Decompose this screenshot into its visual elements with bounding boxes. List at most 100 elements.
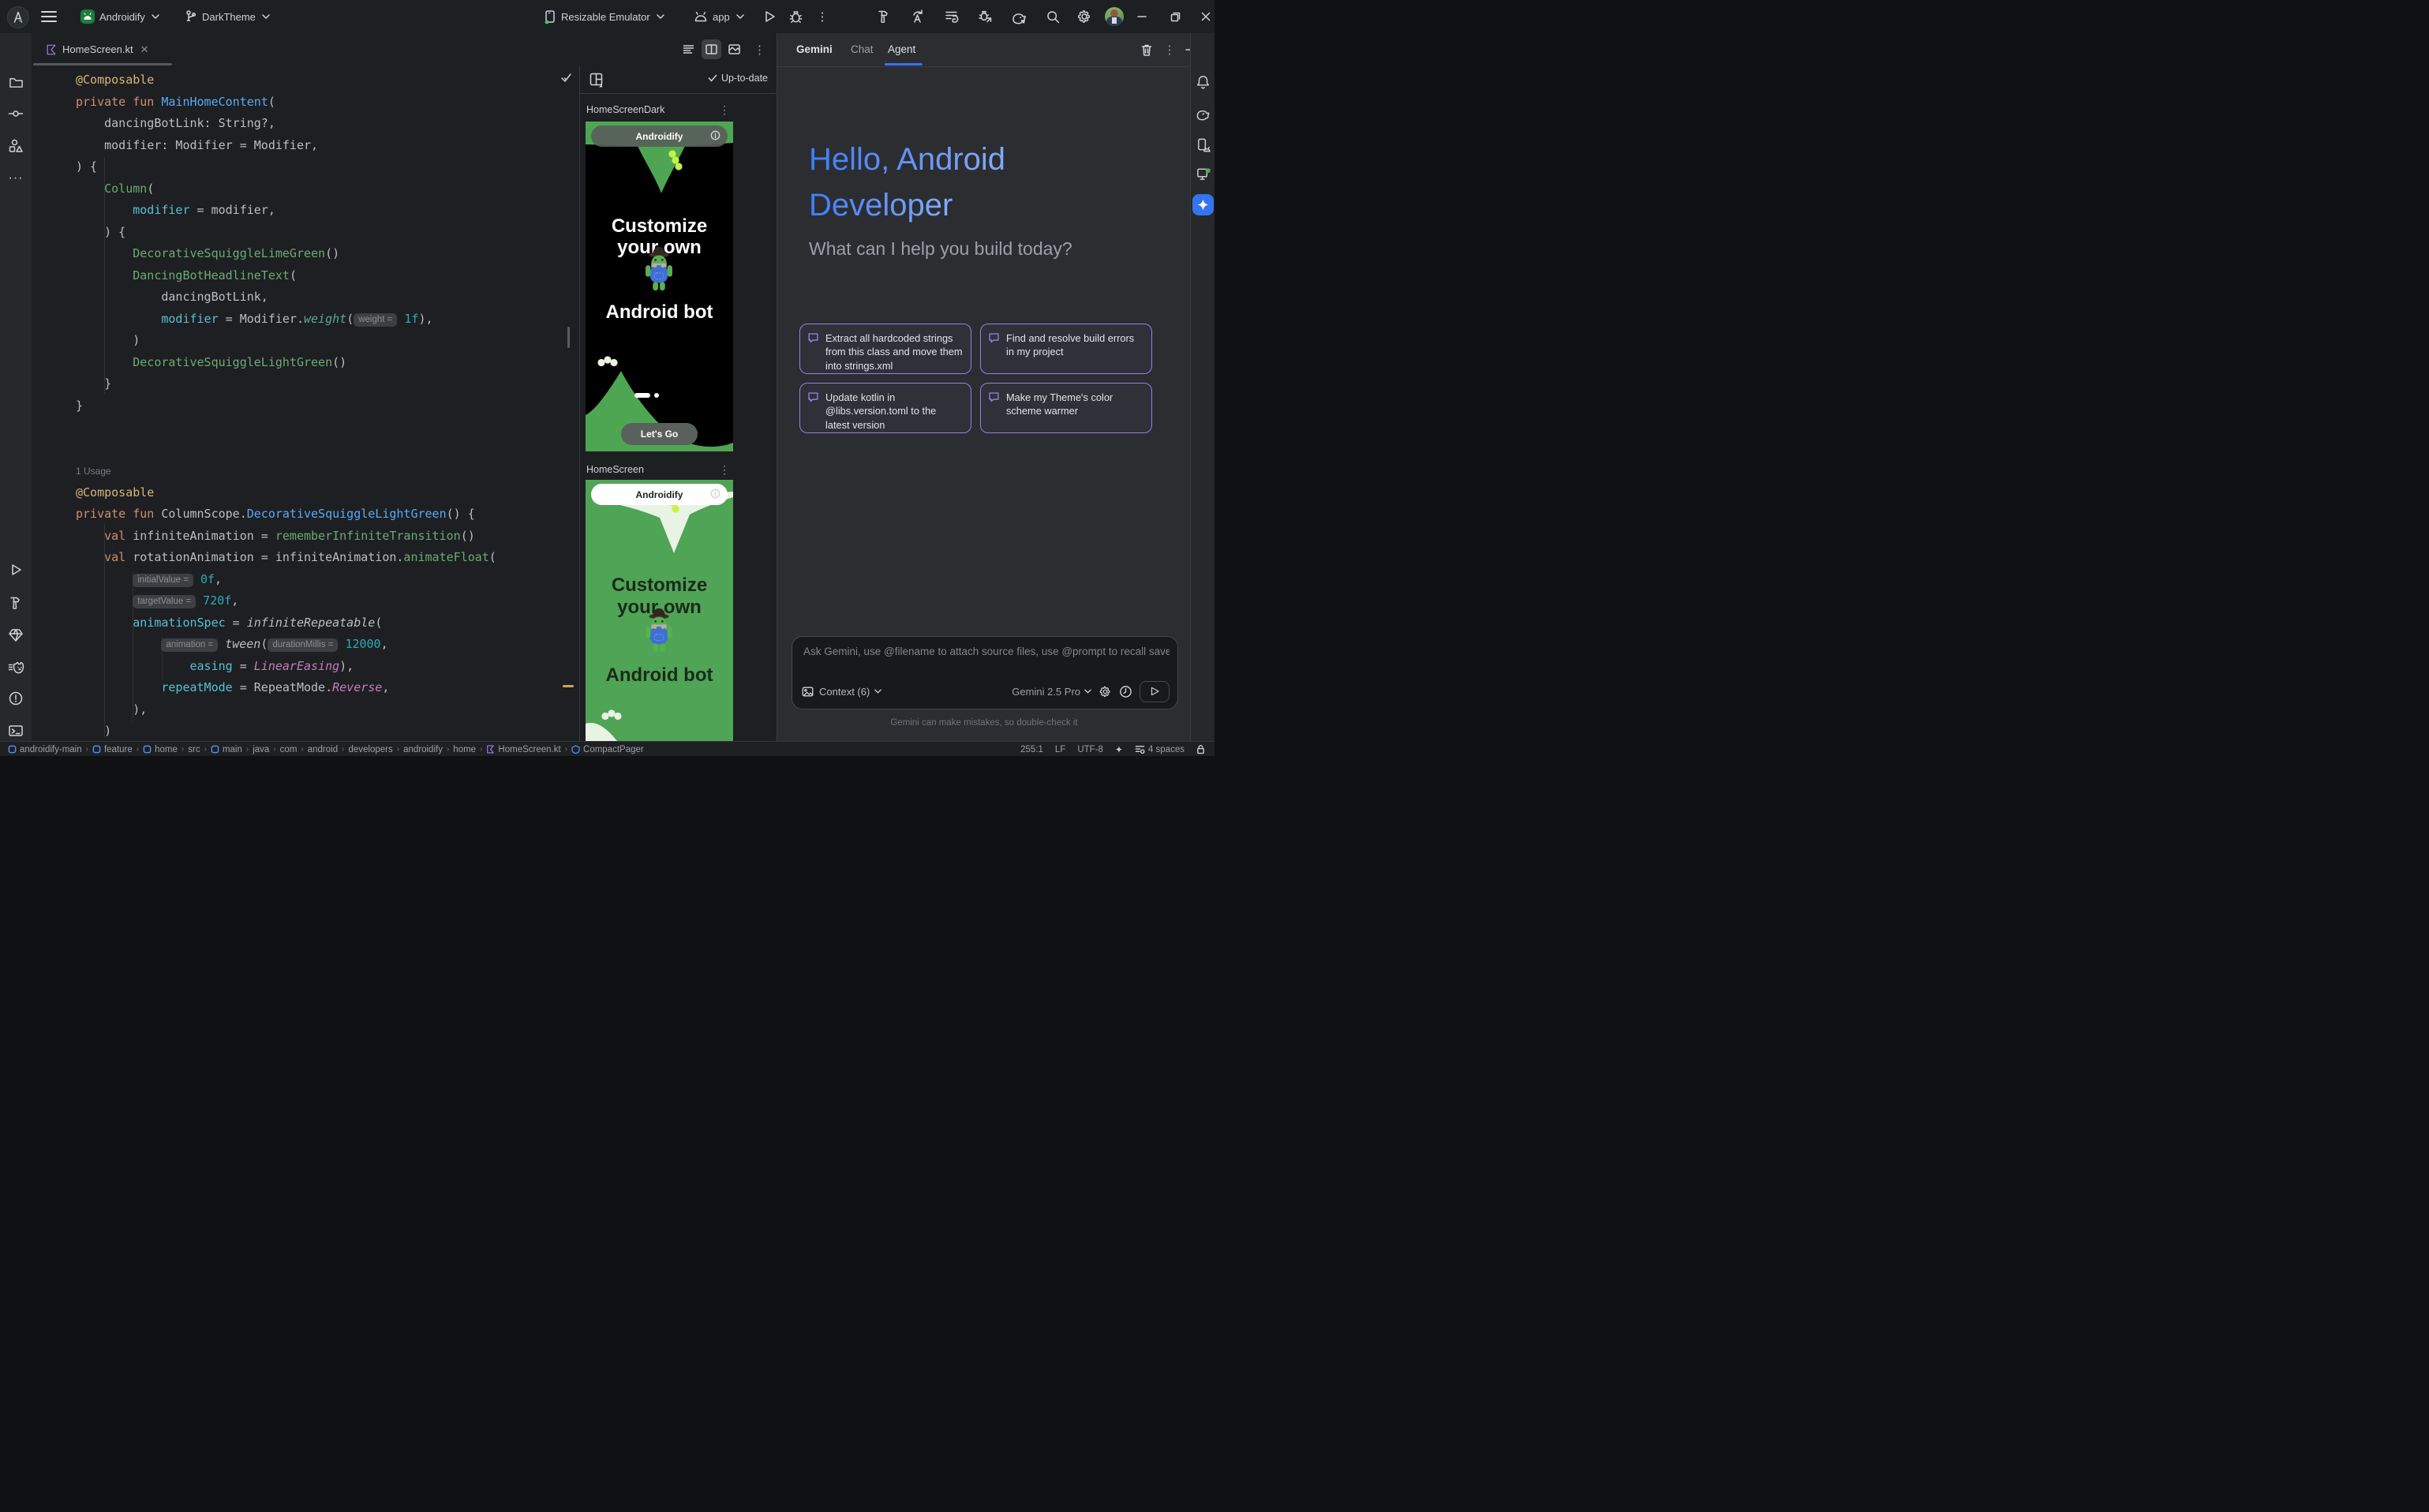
breadcrumb-item[interactable]: android xyxy=(308,745,338,754)
device-selector[interactable]: Resizable Emulator xyxy=(539,6,669,27)
caret-position[interactable]: 255:1 xyxy=(1020,745,1043,754)
gradle-icon[interactable] xyxy=(1192,102,1214,124)
gemini-panel: Gemini Chat Agent ⋮ Hello, Android Devel… xyxy=(777,33,1191,741)
breadcrumb-item[interactable]: src xyxy=(188,745,200,754)
problems-icon[interactable] xyxy=(5,687,27,709)
run-tool-icon[interactable] xyxy=(5,559,27,581)
tab-agent[interactable]: Agent xyxy=(888,43,915,55)
more-run-actions-icon[interactable]: ⋮ xyxy=(811,6,833,28)
indent-setting[interactable]: 4 spaces xyxy=(1135,745,1185,754)
compose-preview-pane: Up-to-date HomeScreenDark ⋮ Androidify C… xyxy=(579,66,777,741)
status-bar: androidify-main›feature›home›src›main›ja… xyxy=(0,741,1214,756)
breadcrumb-item[interactable]: developers xyxy=(348,745,392,754)
android-bot-image xyxy=(641,245,677,294)
branch-selector[interactable]: DarkTheme xyxy=(180,6,275,27)
breadcrumb-item[interactable]: androidify xyxy=(403,745,443,754)
write-access-lock-icon[interactable] xyxy=(1196,744,1205,754)
commit-tool-icon[interactable] xyxy=(5,103,27,125)
code-editor[interactable]: @Composableprivate fun MainHomeContent( … xyxy=(32,66,579,741)
code-view-toggle[interactable] xyxy=(679,39,698,59)
suggestion-card-3[interactable]: Make my Theme's color scheme warmer xyxy=(980,383,1152,433)
editor-more-options-icon[interactable]: ⋮ xyxy=(750,39,769,59)
breadcrumb-item[interactable]: androidify-main xyxy=(8,745,82,754)
right-tool-window-bar xyxy=(1190,33,1214,741)
preview-light-menu-icon[interactable]: ⋮ xyxy=(719,464,730,475)
chevron-down-icon xyxy=(874,689,881,694)
suggestion-card-0[interactable]: Extract all hardcoded strings from this … xyxy=(799,324,971,374)
apply-changes-icon[interactable] xyxy=(907,6,929,28)
window-minimize-button[interactable] xyxy=(1130,6,1154,28)
breadcrumb-separator-icon: › xyxy=(342,745,344,754)
run-button[interactable] xyxy=(758,6,780,28)
breadcrumb-item[interactable]: home xyxy=(143,745,178,754)
project-name: Androidify xyxy=(99,11,145,23)
editor-tab-homescreen[interactable]: HomeScreen.kt ✕ xyxy=(38,33,157,65)
tab-close-icon[interactable]: ✕ xyxy=(140,43,149,56)
window-restore-button[interactable] xyxy=(1163,6,1187,28)
delete-conversation-icon[interactable] xyxy=(1136,39,1158,61)
breadcrumb-item[interactable]: main xyxy=(211,745,242,754)
lets-go-button: Let's Go xyxy=(621,423,698,445)
preview-image-dark: Androidify Customize your own Android bo… xyxy=(586,122,733,451)
terminal-icon[interactable] xyxy=(5,720,27,742)
split-view-toggle[interactable] xyxy=(702,39,721,59)
project-selector[interactable]: Androidify xyxy=(76,6,164,27)
more-tool-windows-icon[interactable]: ··· xyxy=(5,167,27,189)
preview-layout-icon[interactable] xyxy=(589,73,603,88)
suggestion-card-label: Extract all hardcoded strings from this … xyxy=(825,331,963,367)
notifications-icon[interactable] xyxy=(1192,71,1214,93)
debug-button[interactable] xyxy=(784,6,807,28)
breadcrumb-item[interactable]: com xyxy=(280,745,298,754)
suggestion-cards: Extract all hardcoded strings from this … xyxy=(799,324,1169,433)
breadcrumb-item[interactable]: home xyxy=(453,745,476,754)
app-quality-insights-icon[interactable] xyxy=(5,623,27,646)
context-selector[interactable]: Context (6) xyxy=(802,686,881,698)
profiler-icon[interactable] xyxy=(5,656,27,678)
breadcrumb-separator-icon: › xyxy=(273,745,275,754)
running-devices-icon[interactable] xyxy=(1192,163,1214,185)
resource-manager-icon[interactable] xyxy=(5,135,27,157)
run-config-name: app xyxy=(713,11,730,23)
title-bar: Androidify DarkTheme Resizable Emulator … xyxy=(0,0,1214,34)
breadcrumb-item[interactable]: CompactPager xyxy=(571,745,644,754)
breadcrumb: androidify-main›feature›home›src›main›ja… xyxy=(0,745,644,754)
gemini-settings-icon[interactable] xyxy=(1098,685,1112,698)
send-button[interactable] xyxy=(1140,681,1170,702)
preview-status: Up-to-date xyxy=(708,73,768,84)
inspection-ok-icon[interactable] xyxy=(560,73,572,83)
tab-chat[interactable]: Chat xyxy=(851,43,874,55)
preview-title-light: HomeScreen xyxy=(586,464,644,475)
gemini-input-box[interactable]: Ask Gemini, use @filename to attach sour… xyxy=(792,636,1178,709)
breadcrumb-item[interactable]: HomeScreen.kt xyxy=(486,745,560,754)
gradle-sync-icon[interactable] xyxy=(1008,6,1030,28)
search-everywhere-icon[interactable] xyxy=(1042,6,1064,28)
breadcrumb-item[interactable]: feature xyxy=(92,745,133,754)
ai-spark-icon[interactable]: ✦ xyxy=(1115,744,1123,755)
build-icon[interactable] xyxy=(873,6,895,28)
suggestion-card-1[interactable]: Find and resolve build errors in my proj… xyxy=(980,324,1152,374)
gemini-more-options-icon[interactable]: ⋮ xyxy=(1158,39,1181,61)
suggestion-card-2[interactable]: Update kotlin in @libs.version.toml to t… xyxy=(799,383,971,433)
line-separator[interactable]: LF xyxy=(1055,745,1065,754)
build-tool-icon[interactable] xyxy=(5,592,27,614)
attach-debugger-icon[interactable] xyxy=(975,6,997,28)
settings-icon[interactable] xyxy=(1073,6,1095,28)
history-icon[interactable] xyxy=(1119,685,1132,698)
main-menu-icon[interactable] xyxy=(41,9,57,24)
project-tool-icon[interactable] xyxy=(5,71,27,93)
avatar[interactable] xyxy=(1105,7,1124,26)
apply-code-changes-icon[interactable] xyxy=(941,6,963,28)
editor-scrollbar[interactable] xyxy=(567,327,570,348)
preview-dark-menu-icon[interactable]: ⋮ xyxy=(719,104,730,115)
device-manager-icon[interactable] xyxy=(1192,134,1214,156)
model-selector[interactable]: Gemini 2.5 Pro xyxy=(1012,686,1091,698)
gemini-tool-icon[interactable] xyxy=(1192,194,1214,215)
window-close-button[interactable] xyxy=(1194,6,1214,28)
run-configuration-selector[interactable]: app xyxy=(689,6,749,27)
breadcrumb-item[interactable]: java xyxy=(253,745,269,754)
code-area[interactable]: @Composableprivate fun MainHomeContent( … xyxy=(76,69,496,741)
chevron-down-icon xyxy=(736,14,744,19)
file-encoding[interactable]: UTF-8 xyxy=(1077,745,1103,754)
chevron-down-icon xyxy=(152,14,159,19)
design-view-toggle[interactable] xyxy=(724,39,744,59)
